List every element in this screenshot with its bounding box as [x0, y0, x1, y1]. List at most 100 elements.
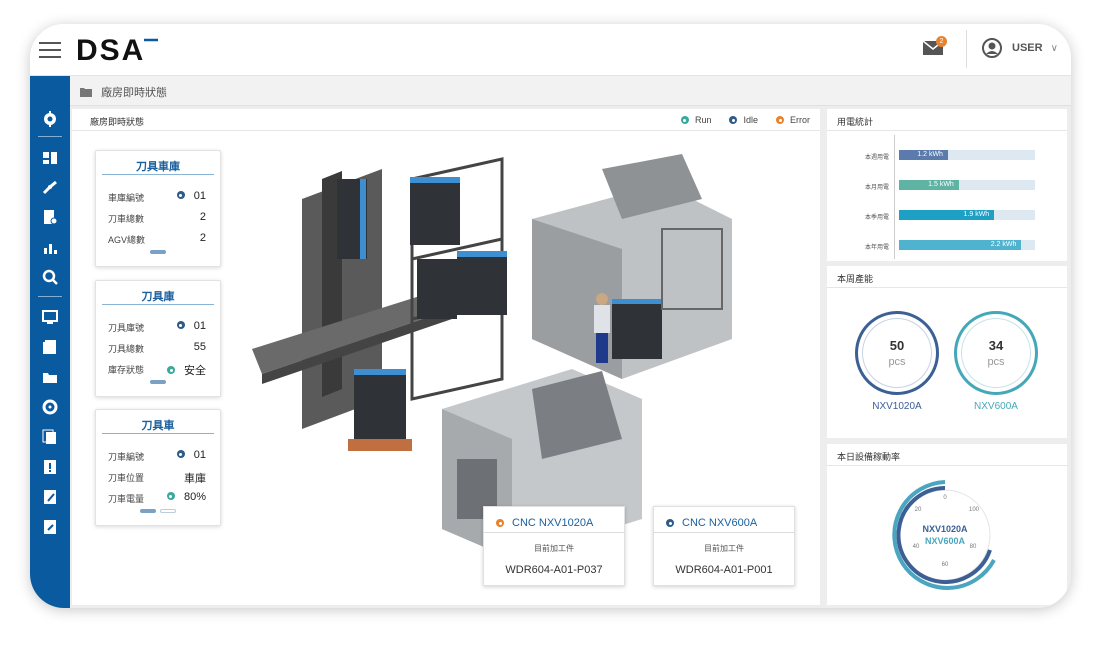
tool-cart[interactable] — [348, 369, 412, 451]
capacity-panel: 本周產能 50 pcs NXV1020A 34 pcs NXV600A — [827, 266, 1067, 438]
energy-panel: 用電統計 本週用電 1.2 kWh 本月用電 1.5 kWh 本季用電 1.9 … — [827, 109, 1067, 261]
gauge-tick: 20 — [915, 507, 922, 513]
logo[interactable]: DSA — [76, 34, 176, 69]
factory-status-panel: 廠房即時狀態 Run Idle Error 刀具車庫 車庫編號 01 刀車總數 … — [72, 109, 820, 605]
page-dot[interactable] — [150, 250, 166, 254]
gauge-tick: 60 — [942, 562, 949, 568]
robot-arm-icon[interactable] — [41, 178, 59, 196]
user-menu[interactable]: USER ∨ — [982, 38, 1058, 58]
utilization-panel: 本日設備稼動率 0 20 100 40 80 60 NXV1020A NXV60… — [827, 444, 1067, 605]
status-legend: Run Idle Error — [663, 115, 810, 125]
factory-status-icon[interactable] — [41, 148, 59, 166]
breadcrumb: 廠房即時狀態 — [70, 76, 1071, 106]
machine-card-nxv1020a[interactable]: CNC NXV1020A 目前加工件 WDR604-A01-P037 — [483, 506, 625, 586]
energy-row: 本週用電 1.2 kWh — [827, 149, 1067, 165]
tool-garage-card[interactable]: 刀具車庫 車庫編號 01 刀車總數 2 AGV總數 2 — [95, 150, 221, 267]
legend-error: Error — [776, 115, 810, 125]
gauge-label: NXV1020A — [922, 524, 968, 534]
alert-icon[interactable] — [41, 458, 59, 476]
idle-status-icon — [176, 321, 185, 329]
chevron-down-icon: ∨ — [1050, 42, 1058, 54]
header-divider — [966, 30, 967, 68]
folder-settings-icon[interactable] — [41, 368, 59, 386]
utilization-gauge[interactable]: 0 20 100 40 80 60 NXV1020A NXV600A — [882, 474, 1012, 600]
machine-card-nxv600a[interactable]: CNC NXV600A 目前加工件 WDR604-A01-P001 — [653, 506, 795, 586]
info-row: 刀車總數 2 — [108, 211, 206, 224]
content-area: 廠房即時狀態 廠房即時狀態 Run Idle Error 刀具車庫 車庫編號 0… — [70, 76, 1071, 608]
search-icon[interactable] — [41, 268, 59, 286]
card-title: 刀具庫 — [102, 281, 214, 305]
breadcrumb-label: 廠房即時狀態 — [101, 87, 168, 99]
capacity-name: NXV1020A — [872, 401, 922, 412]
page-dot[interactable] — [150, 380, 166, 384]
card-title: 刀具車 — [102, 410, 214, 434]
legend-idle: Idle — [729, 115, 758, 125]
energy-title: 用電統計 — [827, 109, 1067, 131]
info-row: 刀具總數 55 — [108, 341, 206, 354]
sidebar-divider — [38, 136, 62, 137]
error-status-icon — [496, 519, 504, 527]
info-row: 刀車位置 車庫 — [108, 473, 206, 485]
gauge-label: NXV600A — [925, 536, 966, 546]
top-bar: DSA 2 USER ∨ — [30, 24, 1071, 76]
page-dot[interactable] — [160, 509, 176, 513]
gauge-tick: 40 — [913, 544, 920, 550]
menu-icon[interactable] — [39, 42, 61, 58]
card-pager[interactable] — [96, 371, 220, 389]
machine-title: CNC NXV1020A — [484, 507, 624, 533]
capacity-gauge-nxv600a[interactable]: 34 pcs — [954, 311, 1038, 395]
mail-icon[interactable]: 2 — [922, 36, 947, 61]
gear-icon[interactable] — [41, 398, 59, 416]
copy-icon[interactable] — [41, 428, 59, 446]
gauge-tick: 80 — [970, 544, 977, 550]
tool-rack-frame[interactable] — [410, 157, 507, 401]
chart-icon[interactable] — [41, 238, 59, 256]
report-icon[interactable] — [41, 208, 59, 226]
document-icon[interactable] — [41, 338, 59, 356]
run-status-icon — [166, 492, 175, 500]
info-row: 車庫編號 01 — [108, 190, 206, 203]
energy-row: 本季用電 1.9 kWh — [827, 209, 1067, 225]
gauge-tick: 100 — [969, 507, 980, 513]
error-status-icon — [776, 116, 784, 124]
file-edit-icon[interactable] — [41, 518, 59, 536]
svg-text:DSA: DSA — [76, 36, 145, 64]
info-row: 刀車編號 01 — [108, 449, 206, 462]
capacity-gauge-nxv1020a[interactable]: 50 pcs — [855, 311, 939, 395]
idle-status-icon — [729, 116, 738, 124]
tool-store-card[interactable]: 刀具庫 刀具庫號 01 刀具總數 55 庫存狀態 安全 — [95, 280, 221, 397]
idle-status-icon — [666, 519, 674, 527]
utilization-title: 本日設備稼動率 — [827, 444, 1067, 466]
machine-workpiece: WDR604-A01-P037 — [505, 564, 603, 576]
factory-3d-scene[interactable] — [242, 139, 762, 559]
energy-bar: 1.2 kWh — [899, 150, 948, 160]
sidebar — [30, 76, 70, 608]
edit-icon[interactable] — [41, 488, 59, 506]
robot-gear-icon[interactable] — [41, 110, 59, 128]
folder-icon — [80, 88, 92, 97]
idle-status-icon — [176, 191, 185, 199]
user-name: USER — [1012, 42, 1043, 54]
machine-label: 目前加工件 — [704, 544, 744, 553]
app-window: DSA 2 USER ∨ 廠房即時狀態 廠房即時狀態 Run Idle Erro… — [30, 24, 1071, 608]
monitor-icon[interactable] — [41, 308, 59, 326]
legend-run: Run — [680, 115, 711, 125]
card-pager[interactable] — [96, 500, 220, 518]
machine-workpiece: WDR604-A01-P001 — [675, 564, 773, 576]
mail-count-badge: 2 — [936, 36, 947, 47]
capacity-name: NXV600A — [974, 401, 1018, 412]
panel-header: 廠房即時狀態 Run Idle Error — [72, 109, 820, 131]
machine-label: 目前加工件 — [534, 544, 574, 553]
machine-title: CNC NXV600A — [654, 507, 794, 533]
sidebar-divider — [38, 296, 62, 297]
page-dot[interactable] — [140, 509, 156, 513]
capacity-title: 本周產能 — [827, 266, 1067, 288]
info-row: 刀具庫號 01 — [108, 320, 206, 333]
energy-bar: 2.2 kWh — [899, 240, 1022, 250]
energy-row: 本月用電 1.5 kWh — [827, 179, 1067, 195]
tool-cart-card[interactable]: 刀具車 刀車編號 01 刀車位置 車庫 刀車電量 80% — [95, 409, 221, 526]
panel-title: 廠房即時狀態 — [90, 117, 145, 127]
energy-bar: 1.9 kWh — [899, 210, 995, 220]
machining-center-nxv600a[interactable] — [532, 154, 732, 379]
card-pager[interactable] — [96, 241, 220, 259]
